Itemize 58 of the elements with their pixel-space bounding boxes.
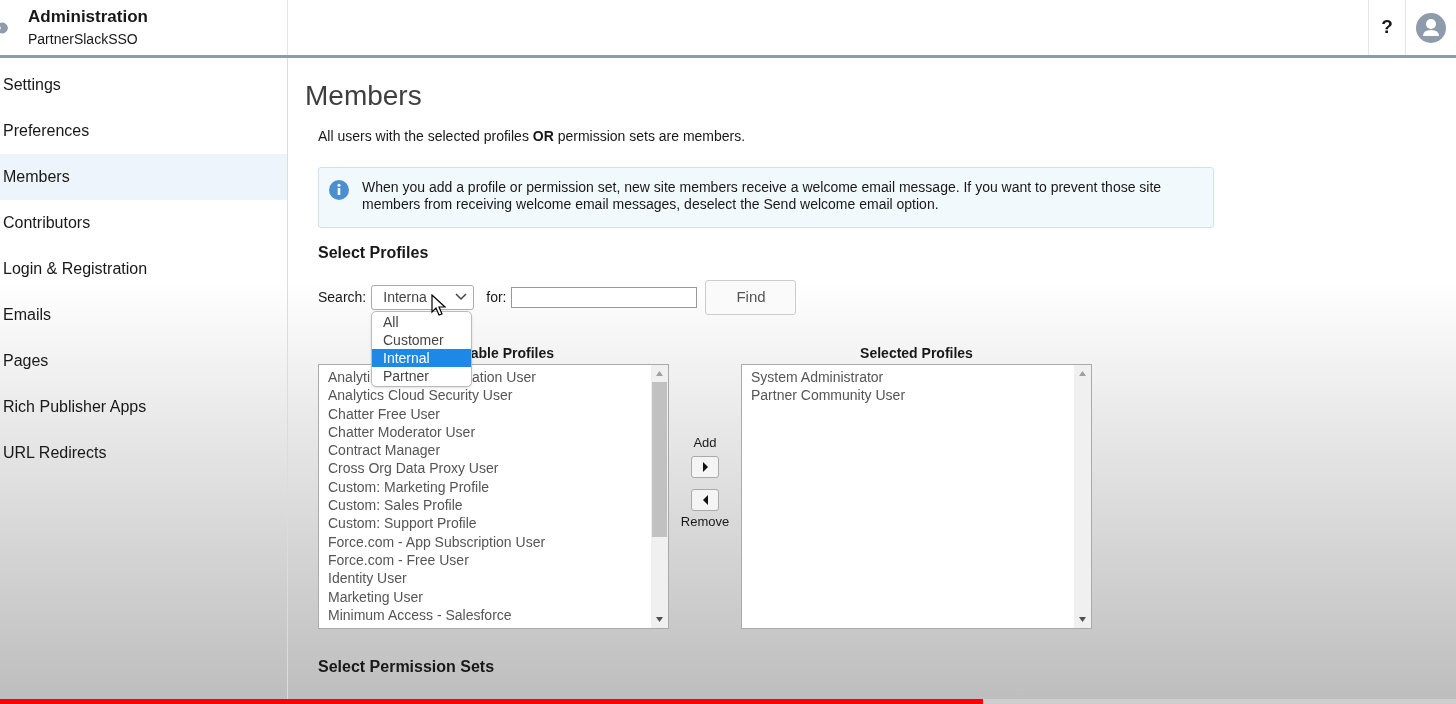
- section-heading: Select Permission Sets: [318, 657, 496, 677]
- chevron-down-icon: [455, 293, 468, 301]
- help-button[interactable]: ?: [1368, 0, 1406, 55]
- list-heading: able Profiles: [470, 344, 554, 363]
- list-option[interactable]: Custom: Marketing Profile: [328, 477, 490, 497]
- list-option[interactable]: Cross Org Data Proxy User: [328, 459, 499, 478]
- list-option[interactable]: Analyti: [328, 368, 371, 387]
- add-label: Add: [693, 434, 717, 452]
- site-name: PartnerSlackSSO: [28, 31, 139, 49]
- dropdown-option[interactable]: Customer: [372, 331, 471, 349]
- list-option[interactable]: Custom: Support Profile: [328, 514, 477, 533]
- sidebar-item[interactable]: URL Redirects: [0, 430, 287, 476]
- list-option[interactable]: Analytics Cloud Security User: [328, 386, 513, 405]
- info-text: When you add a profile or permission set, new site members receive a welcome email message. If you want to prevent those site members from receiving welcome email messages, deselect the Send welcome email option.: [362, 179, 1163, 213]
- intro-text: All users with the selected profiles OR permission sets are members.: [318, 127, 747, 146]
- sidebar-item[interactable]: Emails: [0, 292, 287, 338]
- list-option[interactable]: Identity User: [328, 569, 407, 588]
- selected-profiles-list[interactable]: System Administrator Partner Community User: [741, 364, 1092, 629]
- search-label: Search:: [318, 287, 367, 307]
- list-option[interactable]: System Administrator: [751, 368, 1074, 387]
- sidebar-item[interactable]: Rich Publisher Apps: [0, 384, 287, 430]
- add-button[interactable]: [691, 455, 719, 478]
- caret-left-icon: [701, 494, 709, 505]
- list-option[interactable]: Contract Manager: [328, 441, 441, 460]
- remove-button[interactable]: [691, 488, 719, 511]
- list-option[interactable]: Custom: Sales Profile: [328, 496, 463, 515]
- sidebar-item[interactable]: Pages: [0, 338, 287, 384]
- list-option[interactable]: Force.com - Free User: [328, 550, 469, 570]
- list-option[interactable]: Marketing User: [328, 587, 423, 606]
- for-label: for:: [486, 287, 507, 307]
- dropdown-option[interactable]: Internal: [372, 349, 471, 367]
- section-heading: Select Profiles: [318, 243, 430, 263]
- dropdown-option[interactable]: Partner: [372, 367, 471, 385]
- sidebar-item[interactable]: Members: [0, 154, 287, 200]
- list-option[interactable]: Chatter Moderator User: [328, 422, 476, 442]
- video-progress-track[interactable]: [0, 699, 1456, 704]
- available-profiles-list[interactable]: [318, 364, 669, 629]
- sidebar-item[interactable]: Preferences: [0, 108, 287, 154]
- list-option[interactable]: Chatter Free User: [328, 404, 441, 423]
- list-heading: Selected Profiles: [860, 344, 973, 363]
- app-title: Administration: [28, 6, 148, 28]
- page-title: Members: [305, 79, 423, 113]
- dropdown-option[interactable]: All: [372, 313, 471, 331]
- list-option[interactable]: Partner Community User: [751, 386, 1074, 405]
- list-option[interactable]: ation User: [472, 368, 536, 387]
- info-icon: [329, 180, 349, 200]
- search-field[interactable]: [511, 286, 698, 308]
- caret-right-icon: [701, 461, 709, 472]
- find-button[interactable]: Find: [705, 279, 797, 315]
- list-option[interactable]: Force.com - App Subscription User: [328, 532, 546, 551]
- user-avatar-icon[interactable]: [1416, 12, 1446, 43]
- list-option[interactable]: Minimum Access - Salesforce: [328, 605, 512, 625]
- profile-type-select[interactable]: Interna: [371, 284, 475, 310]
- sidebar-item[interactable]: Settings: [0, 62, 287, 108]
- scrollbar-thumb[interactable]: [652, 382, 667, 537]
- remove-label: Remove: [680, 512, 730, 531]
- sidebar-item[interactable]: Login & Registration: [0, 246, 287, 292]
- sidebar-item[interactable]: Contributors: [0, 200, 287, 246]
